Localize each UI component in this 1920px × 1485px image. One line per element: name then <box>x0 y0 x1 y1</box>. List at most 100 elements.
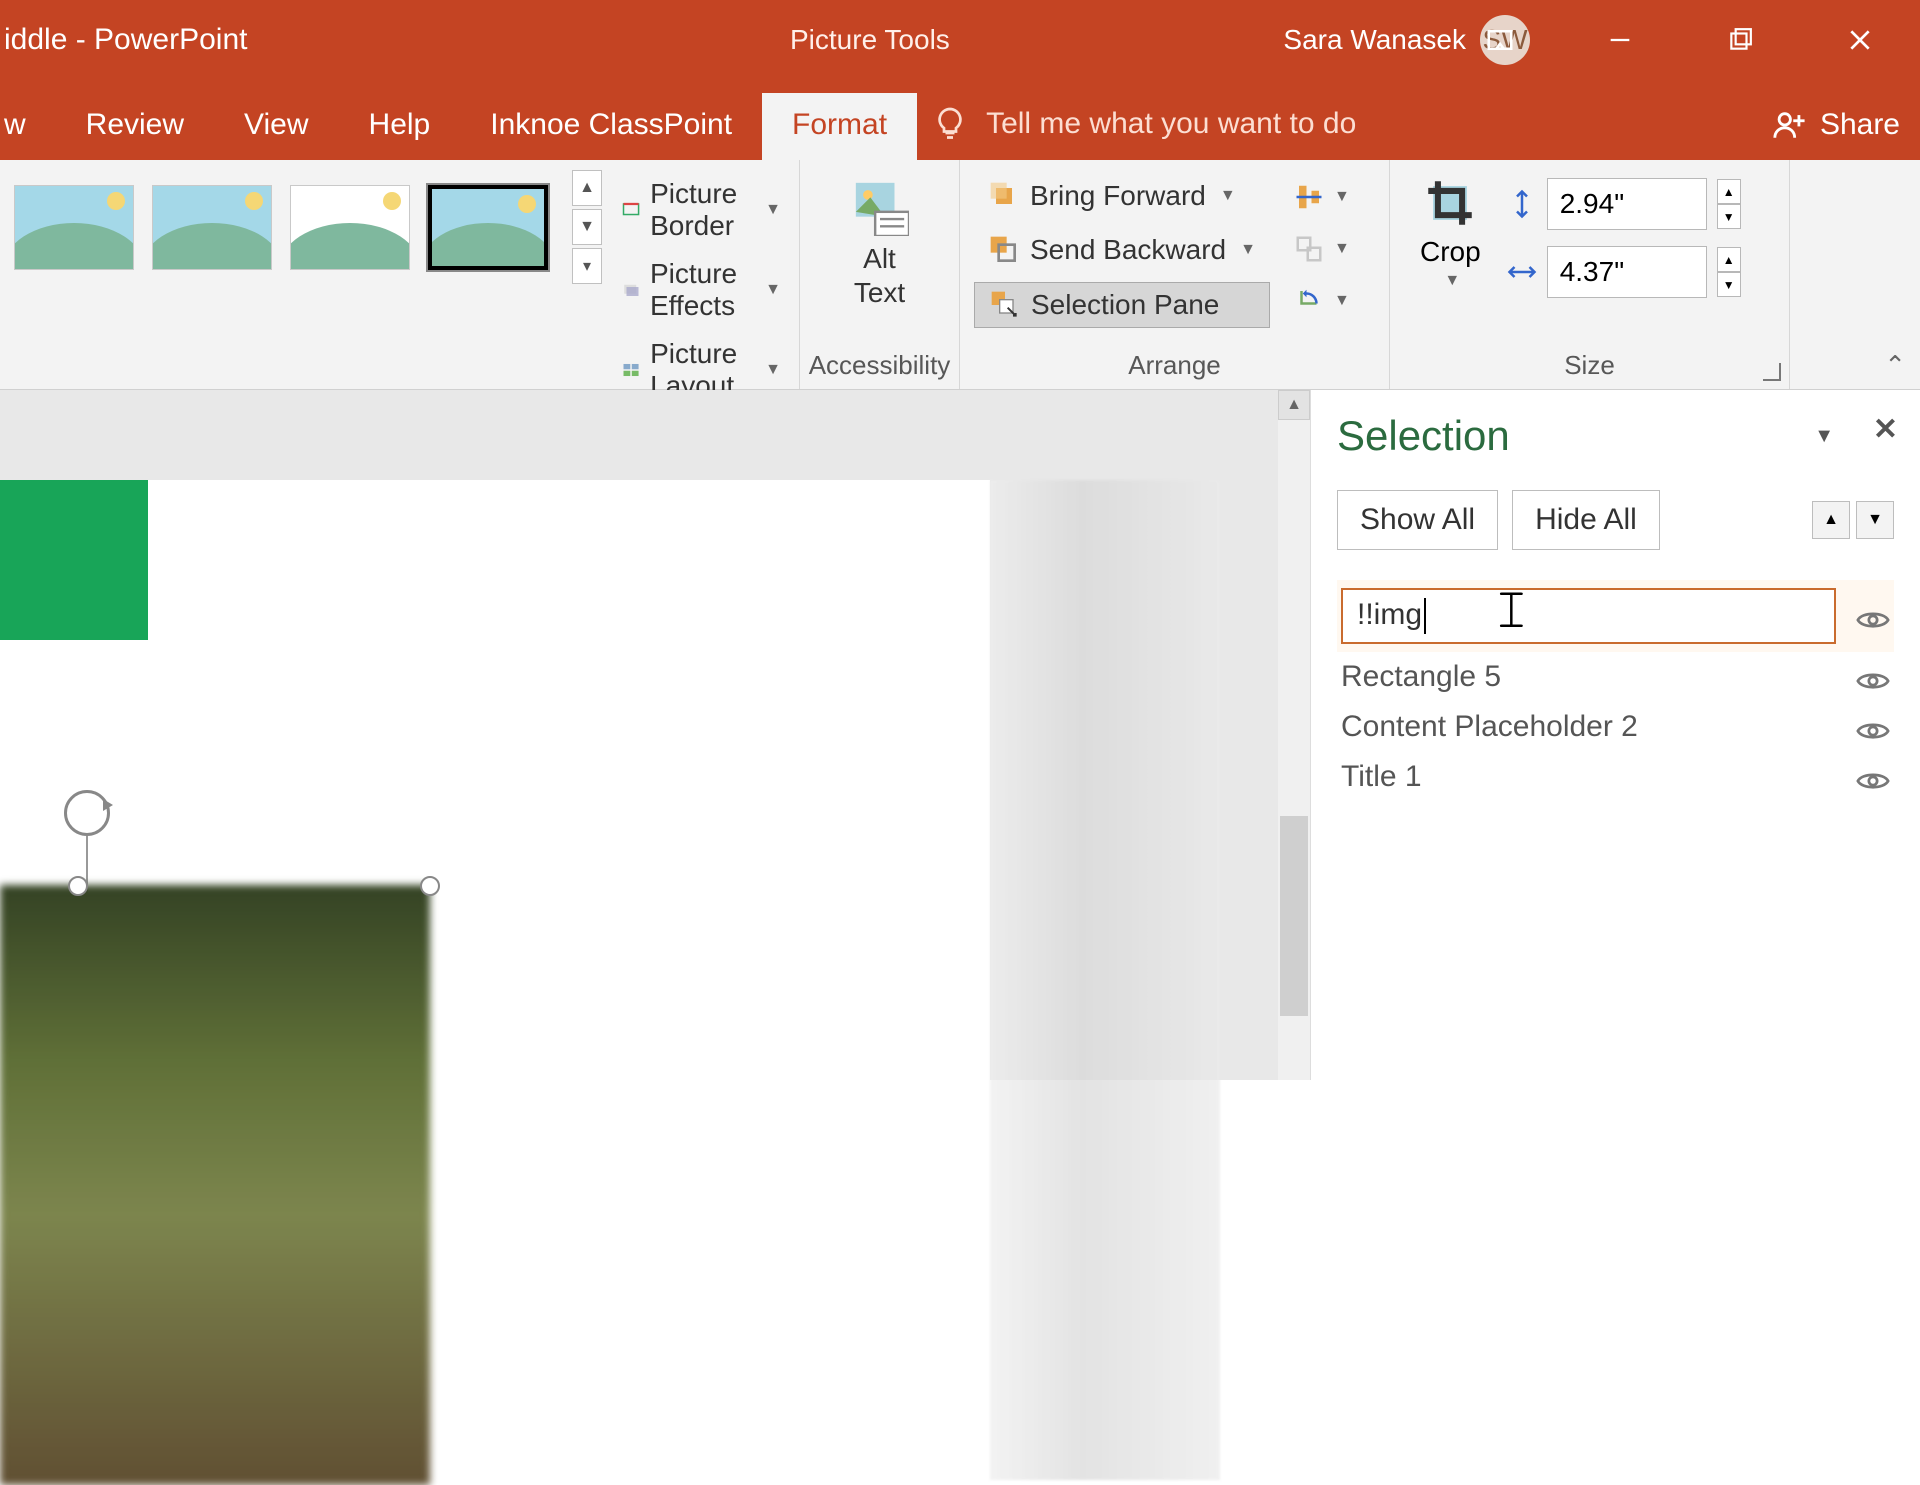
green-rectangle-shape[interactable] <box>0 480 148 640</box>
tab-inknoe[interactable]: Inknoe ClassPoint <box>460 93 762 160</box>
alt-text-icon <box>851 178 909 236</box>
ribbon: ▲ ▼ ▾ Picture Border ▼ Picture Effects ▼ P… <box>0 160 1920 390</box>
crop-button[interactable]: Crop ▼ <box>1404 170 1497 294</box>
selected-picture[interactable] <box>0 885 430 1485</box>
scroll-up-icon[interactable]: ▲ <box>1278 390 1310 420</box>
reorder-down-icon[interactable]: ▼ <box>1856 501 1894 539</box>
picture-layout-icon <box>622 354 640 386</box>
slide-canvas[interactable] <box>0 390 1278 1080</box>
selection-pane-button[interactable]: Selection Pane <box>974 282 1270 328</box>
send-backward-label: Send Backward <box>1030 234 1226 266</box>
gallery-down-icon[interactable]: ▼ <box>572 209 602 245</box>
scroll-track[interactable] <box>1278 420 1310 1080</box>
collapse-ribbon-icon[interactable]: ⌃ <box>1884 350 1906 381</box>
work-area: ▲ Selection ▼ ✕ Show All Hide All ▲ ▼ !!… <box>0 390 1920 1080</box>
height-icon <box>1507 189 1537 219</box>
gallery-up-icon[interactable]: ▲ <box>572 170 602 206</box>
picture-effects-label: Picture Effects <box>650 258 751 322</box>
maximize-icon[interactable] <box>1680 0 1800 80</box>
width-input[interactable]: 4.37" <box>1547 246 1707 298</box>
style-thumb-1[interactable] <box>14 185 134 270</box>
send-backward-icon <box>988 234 1020 266</box>
selection-pane-label: Selection Pane <box>1031 289 1219 321</box>
visibility-toggle-icon[interactable] <box>1856 666 1890 688</box>
resize-handle[interactable] <box>68 876 88 896</box>
group-label-size: Size <box>1390 344 1789 389</box>
scroll-thumb[interactable] <box>1280 816 1308 1016</box>
height-down-icon[interactable]: ▼ <box>1717 204 1741 229</box>
chevron-down-icon[interactable]: ▼ <box>1220 187 1236 205</box>
gallery-scroll: ▲ ▼ ▾ <box>572 170 602 284</box>
gallery-more-icon[interactable]: ▾ <box>572 248 602 284</box>
tab-partial[interactable]: w <box>0 93 56 160</box>
style-thumb-4-selected[interactable] <box>428 185 548 270</box>
picture-effects-button[interactable]: Picture Effects ▼ <box>612 254 791 326</box>
picture-border-label: Picture Border <box>650 178 751 242</box>
minimize-icon[interactable] <box>1560 0 1680 80</box>
group-accessibility: Alt Text Accessibility <box>800 160 960 389</box>
chevron-down-icon[interactable]: ▼ <box>765 361 781 379</box>
selection-item[interactable]: Rectangle 5 <box>1337 652 1894 702</box>
group-button[interactable]: ▼ <box>1286 228 1358 270</box>
bring-forward-icon <box>988 180 1020 212</box>
group-label-accessibility: Accessibility <box>800 344 959 389</box>
send-backward-button[interactable]: Send Backward ▼ <box>974 228 1270 272</box>
bring-forward-button[interactable]: Bring Forward ▼ <box>974 174 1270 218</box>
picture-border-button[interactable]: Picture Border ▼ <box>612 174 791 246</box>
resize-handle[interactable] <box>420 876 440 896</box>
chevron-down-icon[interactable]: ▼ <box>1240 241 1256 259</box>
width-down-icon[interactable]: ▼ <box>1717 272 1741 297</box>
style-thumb-2[interactable] <box>152 185 272 270</box>
tab-format[interactable]: Format <box>762 93 917 160</box>
selection-pane-icon <box>989 289 1021 321</box>
align-button[interactable]: ▼ <box>1286 176 1358 218</box>
tell-me-search[interactable]: Tell me what you want to do <box>917 91 1386 160</box>
close-icon[interactable] <box>1800 0 1920 80</box>
reorder-up-icon[interactable]: ▲ <box>1812 501 1850 539</box>
width-up-icon[interactable]: ▲ <box>1717 247 1741 272</box>
alt-text-label: Alt Text <box>854 242 905 309</box>
alt-text-button[interactable]: Alt Text <box>831 170 929 317</box>
height-up-icon[interactable]: ▲ <box>1717 179 1741 204</box>
rename-input[interactable]: !!img 𝙸 <box>1341 588 1836 644</box>
picture-styles-gallery[interactable]: ▲ ▼ ▾ <box>14 170 602 284</box>
visibility-toggle-icon[interactable] <box>1856 766 1890 788</box>
rotate-button[interactable]: ▼ <box>1286 280 1358 322</box>
slide-texture <box>990 480 1220 1480</box>
hide-all-button[interactable]: Hide All <box>1512 490 1660 550</box>
height-input[interactable]: 2.94" <box>1547 178 1707 230</box>
selection-item[interactable]: Title 1 <box>1337 752 1894 802</box>
ribbon-display-icon[interactable] <box>1440 0 1560 80</box>
group-icon <box>1294 234 1324 264</box>
chevron-down-icon[interactable]: ▼ <box>765 201 781 219</box>
selection-item-label: Rectangle 5 <box>1341 660 1501 694</box>
pane-options-icon[interactable]: ▼ <box>1814 425 1834 448</box>
chevron-down-icon: ▼ <box>1334 240 1350 258</box>
show-all-button[interactable]: Show All <box>1337 490 1498 550</box>
chevron-down-icon[interactable]: ▼ <box>765 281 781 299</box>
tell-me-placeholder: Tell me what you want to do <box>986 107 1356 141</box>
bring-forward-label: Bring Forward <box>1030 180 1206 212</box>
style-thumb-3[interactable] <box>290 185 410 270</box>
selection-list: !!img 𝙸 Rectangle 5 Content Placeholder … <box>1337 580 1894 802</box>
width-row: 4.37" ▲▼ <box>1507 246 1741 298</box>
visibility-toggle-icon[interactable] <box>1856 605 1890 627</box>
vertical-scrollbar[interactable]: ▲ <box>1278 390 1310 1080</box>
user-name: Sara Wanasek <box>1283 24 1466 56</box>
height-row: 2.94" ▲▼ <box>1507 178 1741 230</box>
dialog-launcher-icon[interactable] <box>1763 363 1781 381</box>
chevron-down-icon[interactable]: ▼ <box>1444 272 1460 290</box>
align-icon <box>1294 182 1324 212</box>
picture-border-icon <box>622 194 640 226</box>
tab-view[interactable]: View <box>214 93 338 160</box>
rotate-icon <box>1294 286 1324 316</box>
selection-item-editing[interactable]: !!img 𝙸 <box>1337 580 1894 652</box>
picture-commands: Picture Border ▼ Picture Effects ▼ Picture… <box>612 170 791 406</box>
tab-help[interactable]: Help <box>339 93 461 160</box>
group-picture-styles: ▲ ▼ ▾ Picture Border ▼ Picture Effects ▼ P… <box>0 160 800 389</box>
close-pane-icon[interactable]: ✕ <box>1873 412 1898 447</box>
visibility-toggle-icon[interactable] <box>1856 716 1890 738</box>
selection-item[interactable]: Content Placeholder 2 <box>1337 702 1894 752</box>
share-button[interactable]: Share <box>1772 108 1900 160</box>
tab-review[interactable]: Review <box>56 93 214 160</box>
